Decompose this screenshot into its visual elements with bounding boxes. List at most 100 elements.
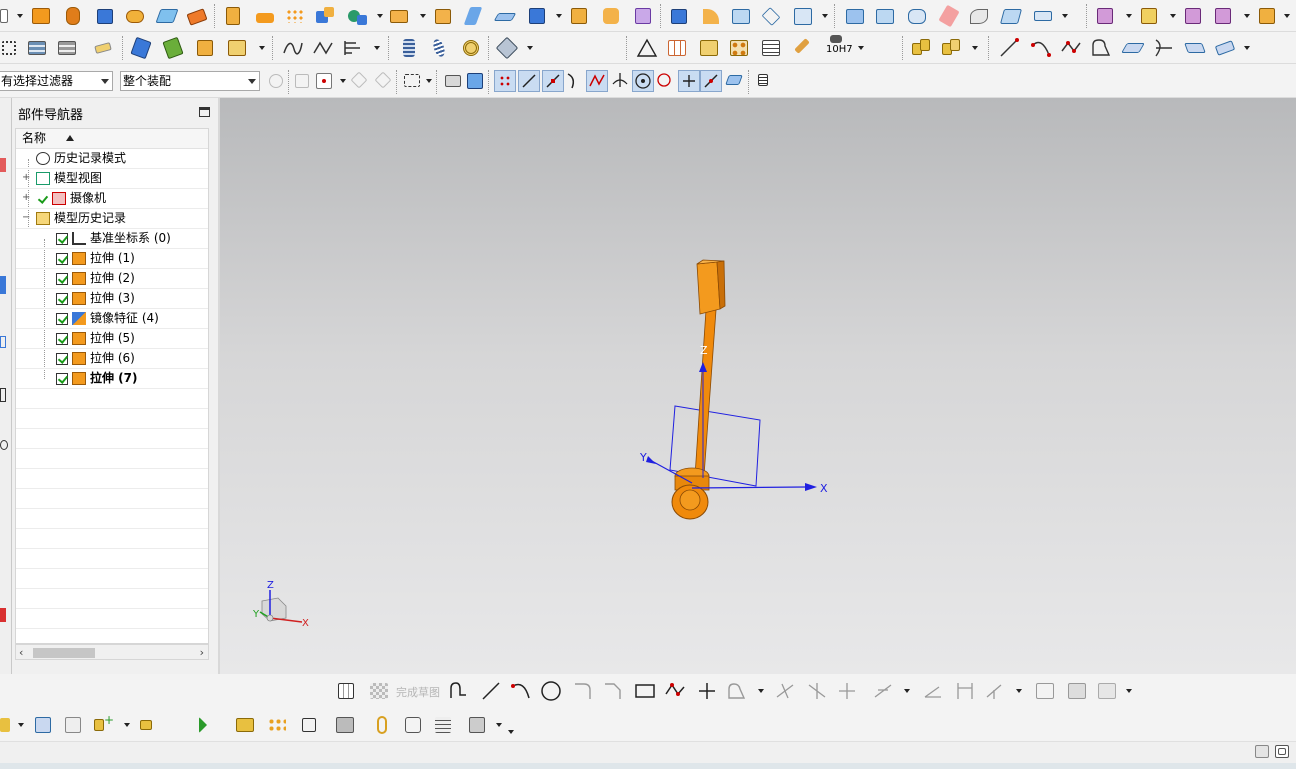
expand-icon[interactable]: + xyxy=(22,173,30,183)
snap-existing-point-icon[interactable] xyxy=(678,70,700,92)
resource-tab-icon[interactable] xyxy=(0,276,6,294)
surface-wave-icon[interactable] xyxy=(312,37,334,59)
select-face-icon[interactable] xyxy=(372,70,394,92)
line-icon[interactable] xyxy=(480,680,502,702)
edge-blend-icon[interactable] xyxy=(432,5,454,27)
move-component-icon[interactable] xyxy=(136,714,158,736)
project-curve-icon[interactable] xyxy=(1121,37,1145,59)
replace-face-icon[interactable] xyxy=(632,5,654,27)
component-icon[interactable] xyxy=(940,37,962,59)
scrollbar-thumb[interactable] xyxy=(33,648,95,658)
pattern-point-icon[interactable] xyxy=(728,37,750,59)
tree-node-datum-csys[interactable]: 基准坐标系 (0) xyxy=(16,229,208,249)
point-icon[interactable] xyxy=(696,680,718,702)
spring-icon[interactable] xyxy=(398,37,420,59)
show-icon[interactable] xyxy=(130,36,152,60)
boolean-unite-icon[interactable] xyxy=(222,5,244,27)
face-blend-icon[interactable] xyxy=(874,5,896,27)
tree-node-model-views[interactable]: + 模型视图 xyxy=(16,169,208,189)
chevron-down-icon[interactable] xyxy=(377,14,383,18)
full-screen-icon[interactable] xyxy=(1254,744,1270,760)
delete-body-icon[interactable] xyxy=(1138,5,1160,27)
tree-node-history-mode[interactable]: 历史记录模式 xyxy=(16,149,208,169)
snap-arc-center-icon[interactable] xyxy=(632,70,654,92)
restore-window-icon[interactable] xyxy=(1274,744,1290,760)
select-body-icon[interactable] xyxy=(442,70,464,92)
spline-icon[interactable] xyxy=(1060,37,1082,59)
show-hide-icon[interactable] xyxy=(162,36,184,60)
tree-node-extrude-1[interactable]: 拉伸 (1) xyxy=(16,249,208,269)
chevron-down-icon[interactable] xyxy=(259,46,265,50)
chevron-down-icon[interactable] xyxy=(1062,14,1068,18)
resource-tab-icon[interactable] xyxy=(0,158,6,172)
chevron-down-icon[interactable] xyxy=(1016,689,1022,693)
chevron-down-icon[interactable] xyxy=(972,46,978,50)
checkbox-checked-icon[interactable] xyxy=(56,253,68,265)
sketch-icon[interactable] xyxy=(336,680,358,702)
chevron-down-icon[interactable] xyxy=(1284,14,1290,18)
graphics-viewport[interactable]: X Y Z Z X Y xyxy=(220,98,1296,674)
chevron-down-icon[interactable] xyxy=(374,46,380,50)
resource-tab-icon[interactable] xyxy=(0,388,6,402)
extend-sheet-icon[interactable] xyxy=(938,4,960,28)
remove-parameters-icon[interactable] xyxy=(1182,5,1204,27)
table-icon[interactable] xyxy=(666,37,688,59)
snap-curve-icon[interactable] xyxy=(564,70,586,92)
maximize-icon[interactable] xyxy=(199,107,210,117)
sequence-icon[interactable] xyxy=(466,714,488,736)
auto-constrain-icon[interactable] xyxy=(984,680,1006,702)
tools-icon[interactable] xyxy=(495,36,519,60)
geometric-constraints-icon[interactable] xyxy=(922,680,944,702)
split-body-icon[interactable] xyxy=(388,5,410,27)
trim-sheet-icon[interactable] xyxy=(906,5,928,27)
interpart-link-icon[interactable] xyxy=(402,714,424,736)
snap-point-on-curve-icon[interactable] xyxy=(700,70,722,92)
curve-icon[interactable] xyxy=(282,37,304,59)
line-icon[interactable] xyxy=(998,37,1020,59)
visibility-check-icon[interactable] xyxy=(36,193,48,205)
select-solid-icon[interactable] xyxy=(464,70,486,92)
sheet-metal-icon[interactable] xyxy=(1256,5,1278,27)
make-corner-icon[interactable] xyxy=(836,680,858,702)
chevron-down-icon[interactable] xyxy=(420,14,426,18)
offset-curve-icon[interactable] xyxy=(1214,37,1236,59)
delete-face-icon[interactable] xyxy=(1094,5,1116,27)
mirror-assembly-icon[interactable] xyxy=(298,714,320,736)
snap-endpoint-icon[interactable] xyxy=(518,70,540,92)
new-component-icon[interactable] xyxy=(62,714,84,736)
chevron-down-icon[interactable] xyxy=(426,79,432,83)
chevron-down-icon[interactable] xyxy=(496,723,502,727)
chevron-down-icon[interactable] xyxy=(527,46,533,50)
collapse-icon[interactable]: − xyxy=(22,213,30,223)
extrude-icon[interactable] xyxy=(30,5,52,27)
select-point-icon[interactable] xyxy=(314,70,336,92)
check-clearance-icon[interactable] xyxy=(432,714,454,736)
chevron-down-icon[interactable] xyxy=(904,689,910,693)
through-curves-icon[interactable] xyxy=(700,5,722,27)
intersect-curve-icon[interactable] xyxy=(1152,37,1174,59)
relations-browser-icon[interactable] xyxy=(1066,680,1088,702)
arc-icon[interactable] xyxy=(1030,37,1052,59)
checkbox-checked-icon[interactable] xyxy=(56,293,68,305)
chevron-down-icon[interactable] xyxy=(1126,689,1132,693)
quick-pick-icon[interactable] xyxy=(754,70,776,92)
bounded-plane-icon[interactable] xyxy=(760,5,782,27)
finish-sketch-icon[interactable] xyxy=(368,680,390,702)
add-component-icon[interactable] xyxy=(32,714,54,736)
offset-curve-icon[interactable] xyxy=(726,680,748,702)
chevron-down-icon[interactable] xyxy=(556,14,562,18)
edit-object-display-icon[interactable] xyxy=(194,37,216,59)
block-icon[interactable] xyxy=(94,5,116,27)
chamfer-icon[interactable] xyxy=(602,680,624,702)
hole-fit-icon[interactable]: 10H7 xyxy=(824,35,854,57)
general-selection-icon[interactable] xyxy=(266,70,288,92)
boolean-subtract-icon[interactable] xyxy=(254,5,276,27)
arc-icon[interactable] xyxy=(510,680,532,702)
coil-icon[interactable] xyxy=(428,37,450,59)
checkbox-checked-icon[interactable] xyxy=(56,333,68,345)
chevron-down-icon[interactable] xyxy=(124,723,130,727)
assembly-nav-icon[interactable] xyxy=(0,714,12,736)
sketch-settings-icon[interactable] xyxy=(1096,680,1118,702)
offset-region-icon[interactable] xyxy=(999,5,1023,27)
checkbox-checked-icon[interactable] xyxy=(56,353,68,365)
